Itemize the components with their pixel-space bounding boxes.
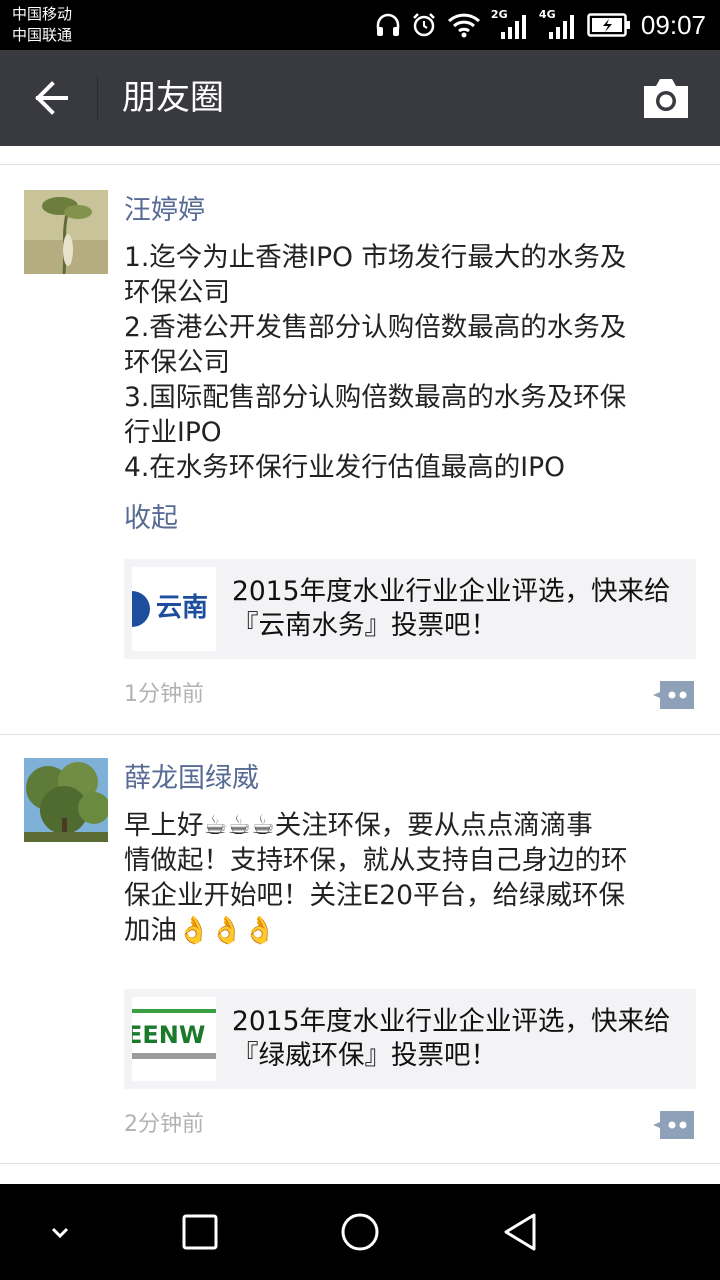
moment-post: 汪婷婷 1.迄今为止香港IPO 市场发行最大的水务及 环保公司 2.香港公开发售… [0, 165, 720, 734]
share-thumbnail: 云南 [132, 567, 216, 651]
status-bar: 中国移动 中国联通 2G 4G 09:07 [0, 0, 720, 50]
text-line: 早上好☕☕☕关注环保，要从点点滴滴事 [124, 810, 593, 841]
comment-dots-icon [653, 1111, 694, 1139]
post-text: 早上好☕☕☕关注环保，要从点点滴滴事 情做起！支持环保，就从支持自己身边的环 保… [124, 808, 694, 948]
navigation-bar [0, 1184, 720, 1280]
share-title-line: 2015年度水业行业企业评选，快来给 [232, 576, 671, 607]
battery-charging-icon [587, 13, 630, 37]
avatar-tree-image [24, 758, 108, 842]
comment-button[interactable] [652, 1109, 696, 1141]
nav-home-button[interactable] [336, 1208, 384, 1256]
signal-bars-icon [500, 15, 526, 39]
wifi-icon [447, 13, 480, 38]
clock: 09:07 [640, 9, 706, 40]
text-line: 行业IPO [124, 417, 222, 448]
text-line: 4.在水务环保行业发行估值最高的IPO [124, 452, 565, 483]
moments-feed[interactable]: 汪婷婷 1.迄今为止香港IPO 市场发行最大的水务及 环保公司 2.香港公开发售… [0, 146, 720, 1184]
carrier-info: 中国移动 中国联通 [12, 4, 72, 46]
collapse-link[interactable]: 收起 [124, 501, 178, 537]
text-line: 环保公司 [124, 347, 230, 378]
share-title-line: 『绿威环保』投票吧！ [232, 1040, 497, 1071]
svg-text:云南: 云南 [156, 593, 208, 623]
signal-2g: 2G [491, 8, 529, 40]
nav-hide-button[interactable] [36, 1208, 84, 1256]
square-icon [182, 1214, 218, 1250]
headphones-icon [376, 13, 400, 36]
text-line: 1.迄今为止香港IPO 市场发行最大的水务及 [124, 242, 627, 273]
author-name[interactable]: 汪婷婷 [124, 193, 205, 229]
page-title: 朋友圈 [122, 78, 224, 118]
arrow-left-icon [35, 81, 68, 115]
shared-link-card[interactable]: 云南 2015年度水业行业企业评选，快来给 『云南水务』投票吧！ [124, 559, 696, 659]
share-title-line: 2015年度水业行业企业评选，快来给 [232, 1006, 671, 1037]
text-line: 3.国际配售部分认购倍数最高的水务及环保 [124, 382, 627, 413]
title-bar: 朋友圈 [0, 50, 720, 146]
carrier-2: 中国联通 [12, 26, 73, 44]
camera-button[interactable] [642, 76, 690, 120]
divider [0, 1163, 720, 1164]
avatar-plant-image [24, 190, 108, 274]
text-line: 保企业开始吧！关注E20平台，给绿威环保 [124, 880, 625, 911]
nav-recents-button[interactable] [176, 1208, 224, 1256]
text-line: 加油👌👌👌 [124, 915, 276, 946]
lvwei-logo: EENW [132, 997, 216, 1081]
share-thumbnail: EENW [132, 997, 216, 1081]
avatar[interactable] [24, 190, 108, 274]
share-title-line: 『云南水务』投票吧！ [232, 610, 497, 641]
yunnan-water-logo: 云南 [132, 567, 216, 651]
text-line: 2.香港公开发售部分认购倍数最高的水务及 [124, 312, 627, 343]
svg-text:EENW: EENW [132, 1021, 205, 1049]
comment-button[interactable] [652, 679, 696, 711]
comment-dots-icon [653, 681, 694, 709]
circle-icon [341, 1213, 379, 1251]
share-title: 2015年度水业行业企业评选，快来给 『云南水务』投票吧！ [232, 575, 692, 643]
avatar[interactable] [24, 758, 108, 842]
signal-bars-icon [548, 15, 574, 39]
moment-post: 薛龙国绿威 早上好☕☕☕关注环保，要从点点滴滴事 情做起！支持环保，就从支持自己… [0, 735, 720, 1162]
post-text: 1.迄今为止香港IPO 市场发行最大的水务及 环保公司 2.香港公开发售部分认购… [124, 240, 694, 485]
nav-back-button[interactable] [496, 1208, 544, 1256]
carrier-1: 中国移动 [12, 5, 73, 23]
post-timestamp: 1分钟前 [124, 682, 204, 707]
shared-link-card[interactable]: EENW 2015年度水业行业企业评选，快来给 『绿威环保』投票吧！ [124, 989, 696, 1089]
title-divider [97, 76, 98, 120]
signal-4g: 4G [539, 8, 577, 40]
chevron-down-icon [51, 1227, 69, 1239]
author-name[interactable]: 薛龙国绿威 [124, 761, 259, 797]
status-icons: 2G 4G 09:07 [375, 0, 706, 50]
back-button[interactable] [22, 74, 76, 122]
camera-icon [644, 79, 688, 118]
post-timestamp: 2分钟前 [124, 1112, 204, 1137]
alarm-icon [413, 13, 435, 37]
text-line: 环保公司 [124, 277, 230, 308]
triangle-back-icon [504, 1213, 536, 1251]
share-title: 2015年度水业行业企业评选，快来给 『绿威环保』投票吧！ [232, 1005, 692, 1073]
text-line: 情做起！支持环保，就从支持自己身边的环 [124, 845, 628, 876]
